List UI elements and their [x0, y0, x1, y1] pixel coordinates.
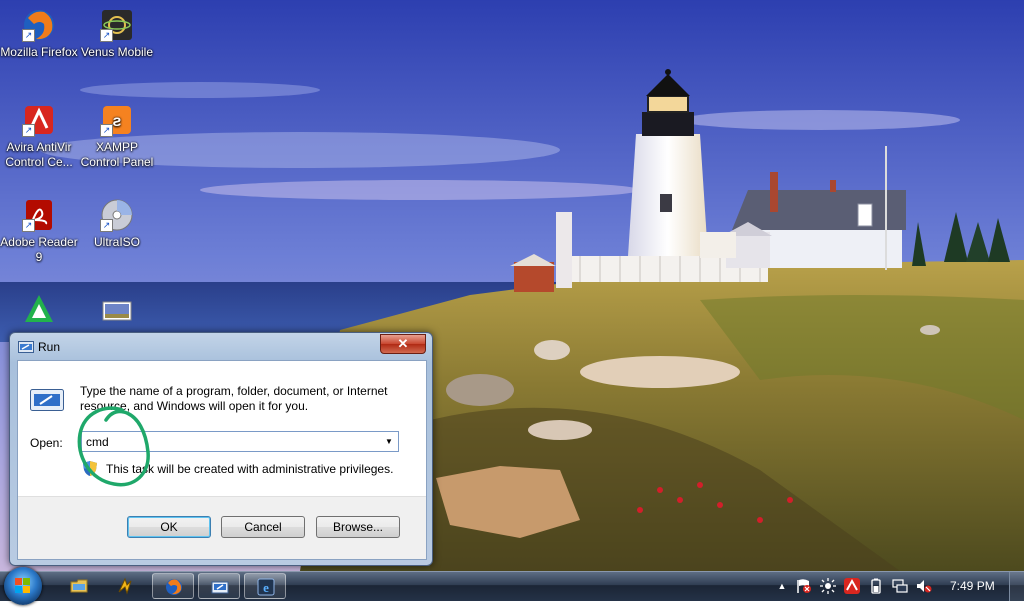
- desktop-icon-label: Venus Mobile: [80, 45, 154, 59]
- desktop-icon-mozilla-firefox[interactable]: ↗ Mozilla Firefox: [0, 8, 78, 60]
- network-icon[interactable]: [892, 578, 908, 594]
- open-label: Open:: [30, 436, 63, 450]
- desktop-icon-label: XAMPP Control Panel: [80, 140, 154, 169]
- chevron-down-icon[interactable]: ▼: [383, 435, 395, 448]
- desktop-icon-xampp[interactable]: ƨ ↗ XAMPP Control Panel: [78, 103, 156, 170]
- start-button[interactable]: [4, 567, 42, 605]
- windows-logo-icon: [15, 578, 30, 593]
- image-thumbnail-icon: [100, 292, 134, 326]
- taskbar-firefox[interactable]: [152, 573, 194, 599]
- taskbar: e ▲ 7:49 PM: [0, 567, 1024, 605]
- firefox-icon: [166, 579, 182, 595]
- desktop-icon-label: Adobe Reader 9: [0, 235, 78, 264]
- svg-text:ƨ: ƨ: [113, 113, 122, 130]
- volume-muted-icon[interactable]: [916, 578, 932, 594]
- taskbar-winamp[interactable]: [104, 573, 146, 599]
- green-triangle-app-icon: [22, 292, 56, 326]
- show-hidden-icons-icon[interactable]: ▲: [774, 578, 790, 594]
- brightness-icon[interactable]: [820, 578, 836, 594]
- taskbar-explorer[interactable]: [58, 573, 100, 599]
- ultraiso-icon: ↗: [100, 198, 134, 232]
- taskbar-run[interactable]: [198, 573, 240, 599]
- battery-icon[interactable]: [868, 578, 884, 594]
- desktop-icon-label: UltraISO: [93, 235, 140, 249]
- action-center-flag-icon[interactable]: [796, 578, 812, 594]
- winamp-icon: [118, 577, 132, 595]
- desktop-icon-partial-2[interactable]: [78, 292, 156, 329]
- avira-tray-icon[interactable]: [844, 578, 860, 594]
- desktop-icon-venus-mobile[interactable]: ↗ Venus Mobile: [78, 8, 156, 60]
- desktop-icon-avira[interactable]: ↗ Avira AntiVir Control Ce...: [0, 103, 78, 170]
- clock[interactable]: 7:49 PM: [950, 579, 995, 593]
- open-combobox[interactable]: ▼: [81, 431, 399, 452]
- run-titlebar[interactable]: Run ✕: [10, 333, 432, 359]
- close-button[interactable]: ✕: [380, 334, 426, 354]
- run-dialog: Run ✕ Type the name of a program, folder…: [9, 332, 433, 566]
- run-client-area: Type the name of a program, folder, docu…: [17, 360, 427, 560]
- explorer-icon: [70, 579, 88, 593]
- uac-shield-icon: [82, 460, 98, 480]
- run-app-icon: [30, 389, 64, 414]
- ok-button[interactable]: OK: [127, 516, 211, 538]
- desktop-icon-ultraiso[interactable]: ↗ UltraISO: [78, 198, 156, 250]
- browse-button[interactable]: Browse...: [316, 516, 400, 538]
- run-title: Run: [38, 340, 61, 354]
- adobe-reader-icon: ↗: [22, 198, 56, 232]
- run-button-bar: OK Cancel Browse...: [18, 496, 426, 559]
- run-window-icon: [18, 341, 34, 356]
- desktop-icon-partial-1[interactable]: [0, 292, 78, 329]
- open-input[interactable]: [86, 434, 366, 449]
- run-icon: [211, 581, 229, 594]
- avira-icon: ↗: [22, 103, 56, 137]
- admin-privileges-note: This task will be created with administr…: [106, 462, 394, 476]
- show-desktop-button[interactable]: [1009, 572, 1024, 601]
- xampp-icon: ƨ ↗: [100, 103, 134, 137]
- run-description: Type the name of a program, folder, docu…: [80, 384, 388, 413]
- venus-mobile-icon: ↗: [100, 8, 134, 42]
- desktop-icon-label: Avira AntiVir Control Ce...: [5, 140, 73, 169]
- desktop-icon-label: Mozilla Firefox: [0, 45, 78, 59]
- svg-text:e: e: [263, 580, 269, 595]
- firefox-icon: ↗: [22, 8, 56, 42]
- open-label-text: Open:: [30, 436, 63, 450]
- cancel-button[interactable]: Cancel: [221, 516, 305, 538]
- desktop-icon-adobe-reader[interactable]: ↗ Adobe Reader 9: [0, 198, 78, 265]
- taskbar-ie[interactable]: e: [244, 573, 286, 599]
- ie-icon: e: [257, 578, 275, 596]
